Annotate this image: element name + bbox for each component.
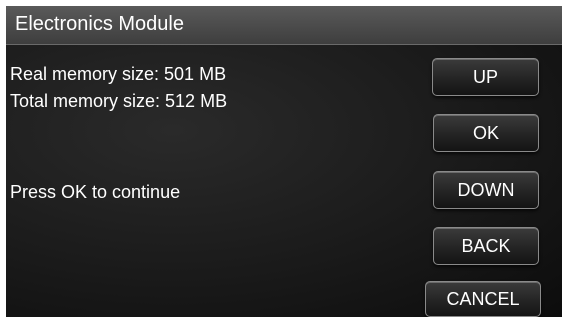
title-bar: Electronics Module bbox=[6, 6, 562, 45]
up-button[interactable]: UP bbox=[432, 58, 539, 96]
touch-display: Electronics Module Real memory size: 501… bbox=[6, 6, 562, 317]
real-memory-text: Real memory size: 501 MB bbox=[10, 64, 227, 84]
total-memory-text: Total memory size: 512 MB bbox=[10, 91, 228, 111]
back-button[interactable]: BACK bbox=[433, 227, 539, 265]
ok-button[interactable]: OK bbox=[433, 114, 539, 152]
screen: Electronics Module Real memory size: 501… bbox=[0, 0, 568, 323]
down-button[interactable]: DOWN bbox=[433, 171, 539, 209]
page-title: Electronics Module bbox=[15, 13, 184, 35]
cancel-button[interactable]: CANCEL bbox=[425, 281, 541, 317]
continue-prompt: Press OK to continue bbox=[10, 182, 181, 202]
